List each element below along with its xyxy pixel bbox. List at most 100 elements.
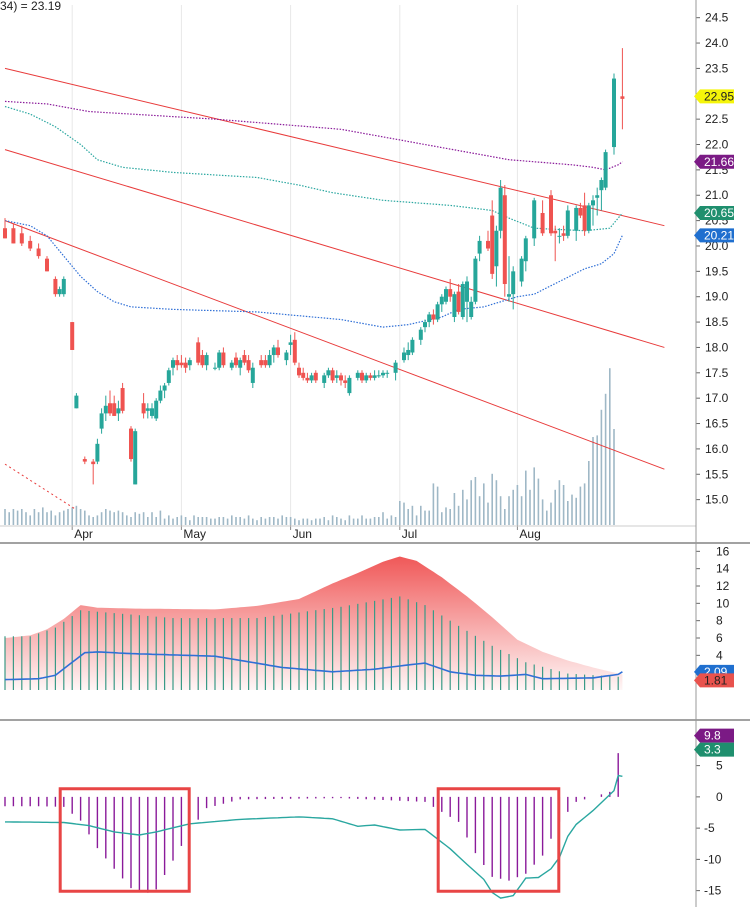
candle-body (469, 301, 474, 317)
volume-bar (491, 473, 493, 525)
candle-body (523, 238, 528, 262)
price-y-tick-label: 16.5 (705, 417, 729, 431)
candle-body (330, 370, 335, 381)
volume-bar (474, 477, 477, 525)
candle-body (427, 314, 432, 323)
volume-bar (546, 510, 548, 525)
candle-body (133, 431, 138, 485)
volume-bar (63, 510, 65, 525)
trendline-2 (4, 149, 665, 348)
candle-body (301, 372, 306, 378)
volume-bar (432, 483, 435, 525)
value-badge-7: 9.8 (694, 728, 734, 743)
candle-body (305, 377, 310, 381)
candle-body (196, 342, 201, 363)
volume-bar (138, 513, 141, 525)
candle-body (595, 195, 600, 198)
volume-bar (499, 496, 502, 525)
volume-bar (575, 497, 577, 525)
volume-bar (470, 480, 472, 525)
volume-bar (449, 509, 451, 525)
price-y-tick-label: 15.5 (705, 467, 729, 481)
value-badge-text: 1.81 (704, 673, 728, 687)
price-y-tick-label: 24.0 (705, 36, 729, 50)
osc2-y-tick-label: 5 (716, 759, 723, 773)
volume-bar (79, 509, 82, 525)
volume-bar (218, 517, 220, 525)
dotted-trendline (4, 463, 77, 511)
volume-bar (277, 518, 279, 525)
volume-bar (483, 483, 485, 525)
candle-body (271, 347, 276, 356)
candle-body (465, 281, 469, 302)
candle-body (582, 205, 587, 231)
price-y-tick-label: 19.5 (705, 264, 729, 278)
volume-bar (323, 517, 325, 525)
volume-bar (231, 515, 233, 525)
candle-body (19, 233, 24, 244)
candle-body (402, 352, 406, 361)
volume-bar (495, 480, 498, 525)
volume-bar (340, 518, 342, 525)
volume-bar (604, 393, 607, 525)
candle-body (502, 195, 507, 285)
volume-bar (147, 517, 149, 525)
value-badge-text: 21.66 (704, 155, 734, 169)
volume-bar (407, 509, 409, 525)
volume-bar (184, 517, 187, 525)
volume-bar (201, 517, 204, 525)
candle-body (448, 289, 453, 297)
volume-bar (205, 517, 208, 525)
volume-bar (289, 517, 292, 525)
band-middle-teal (4, 105, 623, 232)
candle-body (112, 403, 117, 416)
candle-body (574, 207, 579, 231)
volume-bar (159, 510, 162, 525)
volume-bar (134, 512, 136, 525)
candle-body (129, 428, 133, 460)
volume-bar (361, 515, 363, 525)
candle-body (95, 443, 100, 462)
osc1-y-tick-label: 4 (716, 648, 723, 662)
candle-body (288, 342, 293, 345)
volume-bar (537, 478, 540, 525)
volume-bar (189, 520, 191, 525)
volume-bar (113, 512, 115, 525)
candle-body (578, 207, 583, 216)
candle-body (200, 355, 205, 366)
volume-bar (21, 509, 23, 525)
value-badge-text: 3.3 (704, 743, 721, 757)
candle-body (150, 408, 154, 416)
volume-bar (558, 480, 561, 525)
candle-body (519, 258, 524, 282)
candle-body (53, 278, 58, 295)
volume-bar (264, 518, 267, 525)
candle-body (145, 408, 150, 411)
volume-bar (281, 515, 283, 525)
volume-bar (525, 470, 527, 525)
candle-body (372, 375, 377, 378)
volume-bar (609, 368, 611, 525)
chart-canvas: Apr May Jun Jul Aug 15.0 15.5 16.0 16.5 17.0 17.5 1… (0, 0, 750, 907)
candle-body (511, 271, 516, 295)
candle-body (171, 360, 175, 368)
volume-bar (50, 510, 52, 525)
volume-bar (235, 517, 237, 525)
x-tick-label-apr: Apr (74, 527, 93, 541)
candle-body (166, 370, 171, 383)
volume-bar (331, 515, 334, 525)
volume-bar (399, 501, 401, 525)
candle-body (292, 339, 297, 363)
osc1-y-tick-label: 10 (716, 596, 730, 610)
volume-bar (596, 435, 598, 525)
candle-body (456, 291, 461, 312)
price-y-tick-label: 17.5 (705, 366, 729, 380)
volume-bar (436, 486, 439, 525)
stock-chart: Apr May Jun Jul Aug 15.0 15.5 16.0 16.5 17.0 17.5 1… (0, 0, 750, 907)
volume-bar (33, 509, 36, 525)
volume-bar (600, 409, 603, 525)
volume-bar (214, 518, 216, 525)
volume-bar (58, 512, 61, 525)
value-badge-text: 9.8 (704, 729, 721, 743)
volume-bar (252, 518, 254, 525)
